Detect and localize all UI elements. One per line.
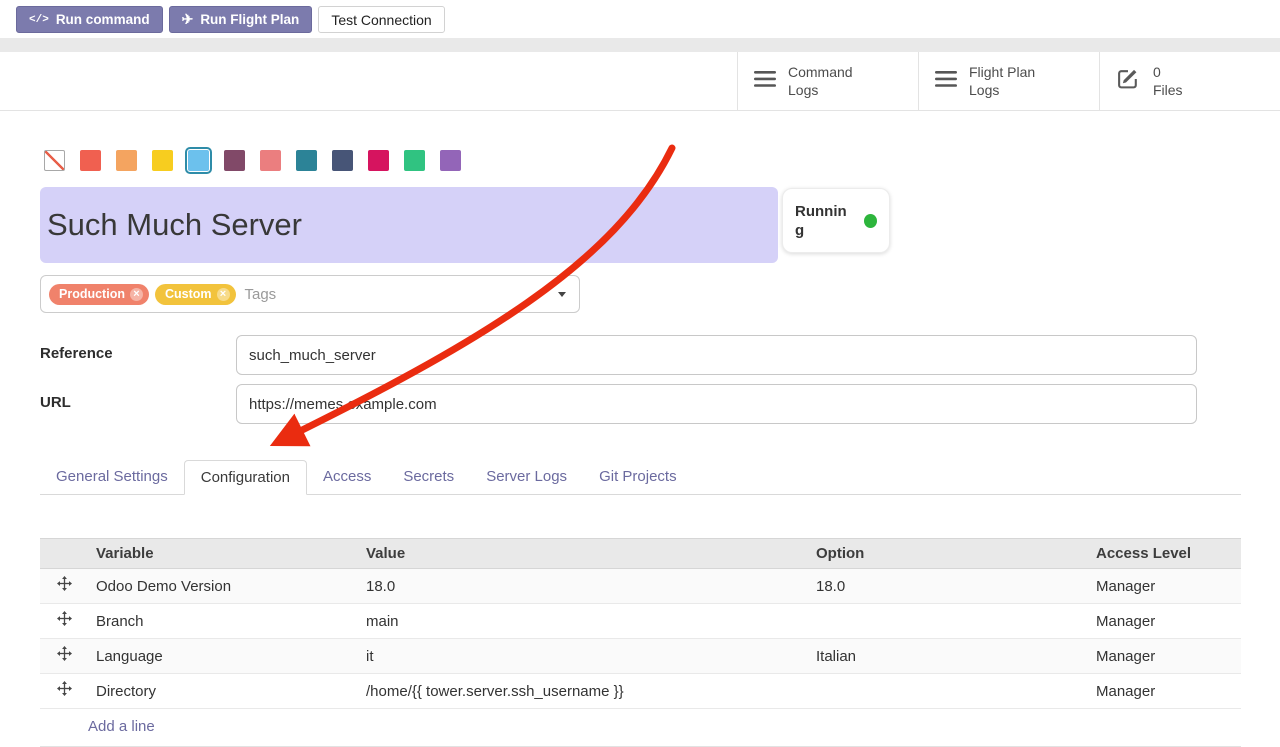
cell-option[interactable]: 18.0 xyxy=(808,569,1088,604)
cell-option[interactable] xyxy=(808,604,1088,639)
server-form: Such Much Server Running Production × Cu… xyxy=(0,149,1280,747)
table-header-row: Variable Value Option Access Level xyxy=(40,539,1241,569)
column-header-variable: Variable xyxy=(88,539,358,569)
cell-option[interactable]: Italian xyxy=(808,639,1088,674)
flight-plan-logs-button[interactable]: Flight Plan Logs xyxy=(918,52,1099,110)
add-line-row: Add a line xyxy=(40,709,1241,747)
chevron-down-icon[interactable] xyxy=(558,292,566,297)
cell-option[interactable] xyxy=(808,674,1088,709)
menu-lines-icon xyxy=(754,70,776,93)
run-flight-plan-label: Run Flight Plan xyxy=(200,12,299,27)
status-label: Running xyxy=(795,202,849,240)
tab-general-settings[interactable]: General Settings xyxy=(40,460,184,494)
url-label: URL xyxy=(40,384,236,424)
handle-column-header xyxy=(40,539,88,569)
tags-field[interactable]: Production × Custom × Tags xyxy=(40,275,580,313)
files-label: 0 Files xyxy=(1153,63,1183,99)
reference-label: Reference xyxy=(40,335,236,375)
drag-handle-icon[interactable] xyxy=(57,681,72,696)
server-name: Such Much Server xyxy=(47,207,302,243)
color-swatch[interactable] xyxy=(368,150,389,171)
run-command-button[interactable]: </> Run command xyxy=(16,6,163,33)
tab-secrets[interactable]: Secrets xyxy=(387,460,470,494)
table-row[interactable]: Odoo Demo Version 18.0 18.0 Manager xyxy=(40,569,1241,604)
command-logs-button[interactable]: Command Logs xyxy=(737,52,918,110)
tab-git-projects[interactable]: Git Projects xyxy=(583,460,693,494)
column-header-access-level: Access Level xyxy=(1088,539,1241,569)
plane-icon: ✈ xyxy=(182,11,194,28)
drag-handle-icon[interactable] xyxy=(57,576,72,591)
color-swatch[interactable] xyxy=(224,150,245,171)
flight-plan-logs-label: Flight Plan Logs xyxy=(969,63,1035,99)
status-indicator-dot xyxy=(864,214,877,228)
cell-access-level[interactable]: Manager xyxy=(1088,674,1241,709)
tab-configuration[interactable]: Configuration xyxy=(184,460,307,495)
color-swatch[interactable] xyxy=(404,150,425,171)
color-swatch-selected[interactable] xyxy=(188,150,209,171)
cell-variable[interactable]: Branch xyxy=(88,604,358,639)
tag-label: Production xyxy=(59,287,125,301)
cell-value[interactable]: it xyxy=(358,639,808,674)
remove-tag-icon[interactable]: × xyxy=(217,288,230,301)
tab-server-logs[interactable]: Server Logs xyxy=(470,460,583,494)
cell-access-level[interactable]: Manager xyxy=(1088,639,1241,674)
url-row: URL xyxy=(40,384,1280,424)
notebook-tabs: General Settings Configuration Access Se… xyxy=(40,460,1241,495)
form-header: Command Logs Flight Plan Logs 0 Files xyxy=(0,52,1280,111)
color-swatch[interactable] xyxy=(296,150,317,171)
url-input[interactable] xyxy=(236,384,1197,424)
tab-access[interactable]: Access xyxy=(307,460,387,494)
cell-variable[interactable]: Language xyxy=(88,639,358,674)
color-swatch[interactable] xyxy=(332,150,353,171)
test-connection-button[interactable]: Test Connection xyxy=(318,6,444,33)
drag-handle-icon[interactable] xyxy=(57,646,72,661)
drag-handle-icon[interactable] xyxy=(57,611,72,626)
color-swatch[interactable] xyxy=(260,150,281,171)
title-row: Such Much Server Running xyxy=(40,187,1280,263)
code-icon: </> xyxy=(29,14,49,26)
color-palette xyxy=(44,149,1280,172)
add-a-line-link[interactable]: Add a line xyxy=(88,718,155,735)
color-swatch[interactable] xyxy=(440,150,461,171)
files-button[interactable]: 0 Files xyxy=(1099,52,1280,110)
table-row[interactable]: Directory /home/{{ tower.server.ssh_user… xyxy=(40,674,1241,709)
table-row[interactable]: Branch main Manager xyxy=(40,604,1241,639)
cell-value[interactable]: /home/{{ tower.server.ssh_username }} xyxy=(358,674,808,709)
status-card[interactable]: Running xyxy=(782,188,890,253)
cell-variable[interactable]: Odoo Demo Version xyxy=(88,569,358,604)
divider-strip xyxy=(0,38,1280,52)
command-logs-label: Command Logs xyxy=(788,63,853,99)
tag-custom[interactable]: Custom × xyxy=(155,284,236,305)
reference-row: Reference xyxy=(40,335,1280,375)
cell-variable[interactable]: Directory xyxy=(88,674,358,709)
cell-value[interactable]: main xyxy=(358,604,808,639)
run-flight-plan-button[interactable]: ✈ Run Flight Plan xyxy=(169,6,313,33)
color-swatch[interactable] xyxy=(80,150,101,171)
tag-production[interactable]: Production × xyxy=(49,284,149,305)
cell-value[interactable]: 18.0 xyxy=(358,569,808,604)
tag-label: Custom xyxy=(165,287,212,301)
color-swatch[interactable] xyxy=(116,150,137,171)
cell-access-level[interactable]: Manager xyxy=(1088,604,1241,639)
column-header-value: Value xyxy=(358,539,808,569)
server-name-field[interactable]: Such Much Server xyxy=(40,187,778,263)
configuration-table: Variable Value Option Access Level Odoo … xyxy=(40,538,1241,747)
tags-placeholder: Tags xyxy=(245,286,277,303)
color-swatch-none[interactable] xyxy=(44,150,65,171)
cell-access-level[interactable]: Manager xyxy=(1088,569,1241,604)
reference-input[interactable] xyxy=(236,335,1197,375)
remove-tag-icon[interactable]: × xyxy=(130,288,143,301)
run-command-label: Run command xyxy=(56,12,150,27)
action-toolbar: </> Run command ✈ Run Flight Plan Test C… xyxy=(0,0,1280,38)
color-swatch[interactable] xyxy=(152,150,173,171)
menu-lines-icon xyxy=(935,70,957,93)
column-header-option: Option xyxy=(808,539,1088,569)
pencil-square-icon xyxy=(1116,66,1141,96)
table-row[interactable]: Language it Italian Manager xyxy=(40,639,1241,674)
